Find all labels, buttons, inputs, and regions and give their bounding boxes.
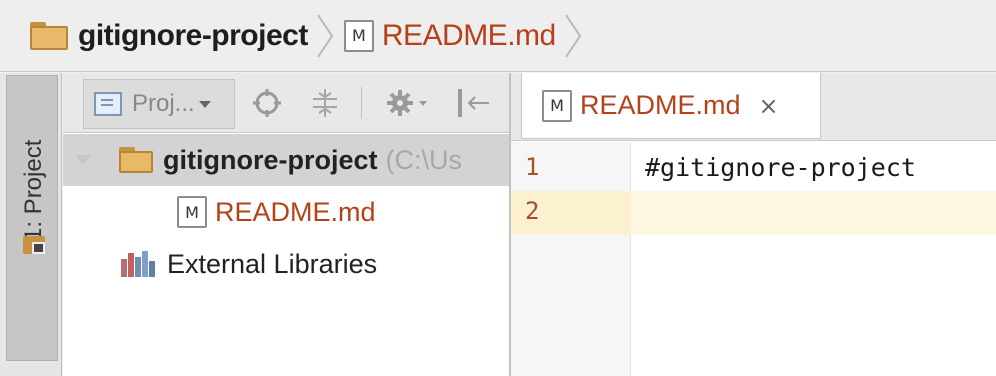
breadcrumb-file-label: README.md xyxy=(381,18,556,52)
gear-icon[interactable] xyxy=(385,87,427,119)
toolbar-separator xyxy=(361,87,362,119)
project-view-selector[interactable]: Proj... xyxy=(83,79,235,129)
project-panel: Proj... gitignore-project (C:\Us M READM… xyxy=(63,73,509,376)
tree-item-label: gitignore-project xyxy=(163,144,378,175)
line-number: 1 xyxy=(525,153,540,181)
project-tool-window-tab[interactable]: 1: Project xyxy=(6,75,58,361)
editor-tab-title: README.md xyxy=(580,90,741,120)
line-number: 2 xyxy=(525,197,540,225)
line-number-cell: 1 xyxy=(511,147,631,191)
line-number-cell: 2 xyxy=(511,191,631,235)
dropdown-arrow-icon xyxy=(198,100,211,108)
line-text: #gitignore-project xyxy=(645,153,916,182)
editor-line-2[interactable]: 2 xyxy=(511,191,996,235)
tree-item-project-root[interactable]: gitignore-project (C:\Us xyxy=(63,134,509,186)
close-icon[interactable]: × xyxy=(759,92,779,120)
tool-window-strip: 1: Project xyxy=(0,73,62,376)
editor-line-1[interactable]: 1 #gitignore-project xyxy=(511,147,996,191)
markdown-file-icon: M xyxy=(343,19,374,52)
tree-item-path: (C:\Us xyxy=(385,144,463,175)
breadcrumb-file[interactable]: M README.md xyxy=(343,0,556,72)
tree-item-readme[interactable]: M README.md xyxy=(63,186,509,238)
editor-tab-bar: M README.md × xyxy=(511,73,996,141)
tree-item-label: README.md xyxy=(215,196,376,227)
library-icon xyxy=(121,251,157,277)
locate-icon[interactable] xyxy=(251,87,283,119)
collapse-all-icon[interactable] xyxy=(309,87,341,119)
markdown-file-icon: M xyxy=(177,196,207,228)
editor-area: M README.md × 1 #gitignore-project 2 xyxy=(511,73,996,376)
expand-caret-icon[interactable] xyxy=(75,155,91,165)
project-toolbar: Proj... xyxy=(63,73,509,133)
folder-icon xyxy=(30,21,68,50)
editor-tab-readme[interactable]: M README.md × xyxy=(521,73,821,139)
breadcrumb-project[interactable]: gitignore-project xyxy=(30,0,308,72)
chevron-right-icon xyxy=(564,13,581,58)
chevron-right-icon xyxy=(317,13,334,58)
folder-icon xyxy=(119,147,153,173)
navigation-bar: gitignore-project M README.md xyxy=(0,0,996,72)
project-tool-window-label: 1: Project xyxy=(20,139,47,241)
project-folder-icon xyxy=(23,234,47,256)
tree-item-label: External Libraries xyxy=(167,248,378,279)
breadcrumb-project-label: gitignore-project xyxy=(78,18,308,52)
tree-item-external-libraries[interactable]: External Libraries xyxy=(63,238,509,290)
project-view-label: Proj... xyxy=(132,90,195,117)
project-view-icon xyxy=(94,92,122,116)
hide-panel-icon[interactable] xyxy=(455,87,489,119)
markdown-file-icon: M xyxy=(542,89,572,122)
